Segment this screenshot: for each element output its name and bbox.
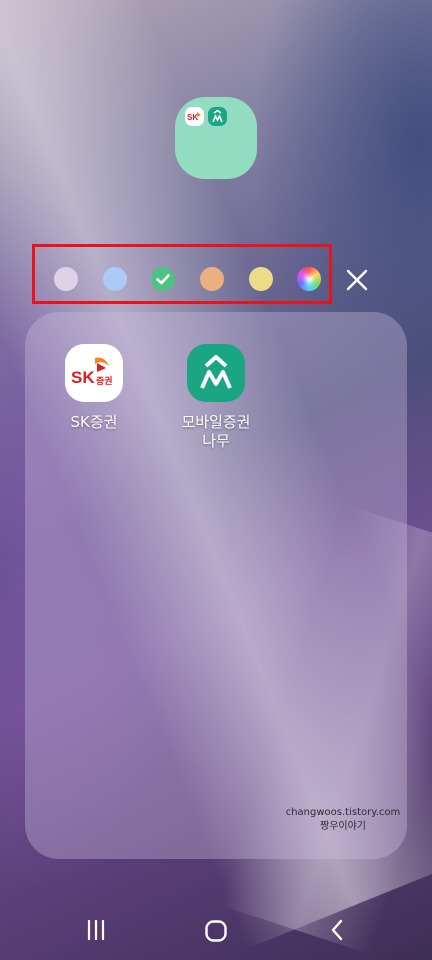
home-button[interactable] (203, 918, 229, 948)
watermark-url: changwoos.tistory.com (285, 807, 401, 818)
color-swatch-lavender[interactable] (54, 267, 78, 291)
app-sk-securities[interactable]: SK 증권 SK증권 (44, 344, 144, 432)
color-swatch-custom-palette[interactable] (297, 267, 321, 291)
app-label: SK증권 (70, 413, 118, 431)
color-swatch-green[interactable] (151, 267, 175, 291)
sk-securities-icon: SK 증권 (65, 344, 123, 402)
selected-check-icon (156, 274, 170, 285)
app-namuh[interactable]: 모바일증권 나무 (166, 344, 266, 451)
home-icon (205, 920, 227, 942)
color-swatch-yellow[interactable] (249, 267, 273, 291)
svg-text:SK: SK (71, 368, 95, 387)
recent-apps-icon (87, 919, 105, 941)
watermark-name: 짱우이야기 (320, 821, 366, 832)
color-swatch-blue[interactable] (103, 267, 127, 291)
close-icon (346, 269, 368, 291)
watermark: changwoos.tistory.com 짱우이야기 (278, 806, 408, 834)
folder-preview-icon[interactable]: SK (175, 97, 257, 179)
namuh-mini-icon (208, 107, 227, 126)
color-swatch-orange[interactable] (200, 267, 224, 291)
svg-text:증권: 증권 (96, 375, 113, 387)
back-button[interactable] (326, 918, 350, 946)
recent-apps-button[interactable] (84, 918, 108, 946)
sk-securities-mini-icon: SK (185, 107, 204, 126)
namuh-icon (187, 344, 245, 402)
svg-text:SK: SK (187, 113, 198, 122)
app-label: 모바일증권 나무 (181, 413, 251, 450)
back-icon (331, 919, 343, 941)
close-button[interactable] (344, 267, 370, 293)
